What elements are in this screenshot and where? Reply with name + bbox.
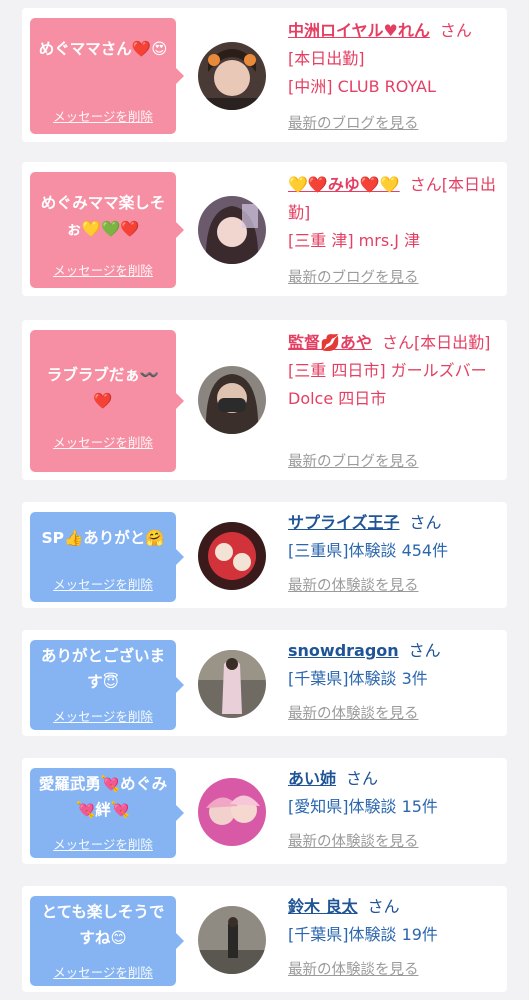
delete-message-link[interactable]: メッセージを削除 (30, 834, 176, 853)
shop-line: [中洲] CLUB ROYAL (288, 77, 436, 96)
message-card: ありがとございます😇 メッセージを削除 snowdragon さん [千葉県]体験… (22, 630, 507, 736)
sender-suffix: さん (367, 897, 400, 916)
sender-suffix: さん[本日出勤] (381, 333, 491, 352)
sender-info: サプライズ王子 さん [三重県]体験談 454件 (288, 509, 500, 565)
avatar[interactable] (198, 366, 266, 434)
message-text: めぐみママ楽しそぉ💛💚❤️ (40, 194, 166, 238)
message-bubble: めぐみママ楽しそぉ💛💚❤️ メッセージを削除 (30, 172, 184, 288)
delete-message-link[interactable]: メッセージを削除 (30, 432, 176, 451)
review-count-line: [千葉県]体験談 3件 (288, 669, 428, 688)
message-card: SP👍ありがと🤗 メッセージを削除 サプライズ王子 さん [三重県]体験談 454… (22, 502, 507, 608)
latest-blog-link[interactable]: 最新のブログを見る (288, 266, 419, 287)
avatar[interactable] (198, 522, 266, 590)
sender-info: 鈴木 良太 さん [千葉県]体験談 19件 (288, 893, 500, 949)
avatar[interactable] (198, 906, 266, 974)
latest-review-link[interactable]: 最新の体験談を見る (288, 574, 419, 595)
delete-message-link[interactable]: メッセージを削除 (30, 260, 176, 279)
avatar[interactable] (198, 196, 266, 264)
message-text: ありがとございます😇 (40, 647, 165, 691)
sender-name[interactable]: snowdragon (288, 641, 399, 660)
sender-name[interactable]: 中洲ロイヤル♥れん (288, 21, 430, 40)
sender-suffix: さん (409, 513, 442, 532)
message-text: SP👍ありがと🤗 (41, 529, 165, 547)
delete-message-link[interactable]: メッセージを削除 (30, 106, 176, 125)
latest-blog-link[interactable]: 最新のブログを見る (288, 112, 419, 133)
sender-suffix: さん (346, 769, 379, 788)
review-count-line: [愛知県]体験談 15件 (288, 797, 438, 816)
latest-review-link[interactable]: 最新の体験談を見る (288, 958, 419, 979)
delete-message-link[interactable]: メッセージを削除 (30, 706, 176, 725)
message-bubble: SP👍ありがと🤗 メッセージを削除 (30, 512, 184, 602)
message-card: 愛羅武勇💘めぐみ💘絆💘 メッセージを削除 あい姉 さん [愛知県]体験談 15件 … (22, 758, 507, 864)
delete-message-link[interactable]: メッセージを削除 (30, 962, 176, 981)
message-text: とても楽しそうですね😊 (41, 903, 165, 947)
review-count-line: [千葉県]体験談 19件 (288, 925, 438, 944)
message-text: めぐママさん❤️😍 (38, 40, 168, 58)
sender-info: 💛❤️みゆ❤️💛 さん[本日出勤] [三重 津] mrs.J 津 (288, 171, 500, 255)
sender-info: 中洲ロイヤル♥れん さん [本日出勤] [中洲] CLUB ROYAL (288, 17, 500, 101)
shop-line: [三重 津] mrs.J 津 (288, 231, 421, 250)
message-bubble: めぐママさん❤️😍 メッセージを削除 (30, 18, 184, 134)
message-text: ラブラブだぁ〰️❤️ (46, 366, 160, 410)
sender-suffix: さん (439, 21, 472, 40)
sender-suffix: さん (408, 641, 441, 660)
latest-review-link[interactable]: 最新の体験談を見る (288, 830, 419, 851)
message-text: 愛羅武勇💘めぐみ💘絆💘 (38, 775, 168, 819)
latest-blog-link[interactable]: 最新のブログを見る (288, 450, 419, 471)
message-bubble: ラブラブだぁ〰️❤️ メッセージを削除 (30, 330, 184, 472)
message-card: とても楽しそうですね😊 メッセージを削除 鈴木 良太 さん [千葉県]体験談 19… (22, 886, 507, 992)
message-card: ラブラブだぁ〰️❤️ メッセージを削除 監督💋あや さん[本日出勤] [三重 四日… (22, 320, 507, 480)
message-bubble: 愛羅武勇💘めぐみ💘絆💘 メッセージを削除 (30, 768, 184, 858)
message-bubble: とても楽しそうですね😊 メッセージを削除 (30, 896, 184, 986)
shop-line: [三重 四日市] ガールズバー Dolce 四日市 (288, 361, 487, 408)
status-line: [本日出勤] (288, 49, 365, 68)
avatar[interactable] (198, 650, 266, 718)
sender-info: あい姉 さん [愛知県]体験談 15件 (288, 765, 500, 821)
message-card: めぐママさん❤️😍 メッセージを削除 中洲ロイヤル♥れん さん [本日出勤] [中… (22, 8, 507, 142)
sender-info: snowdragon さん [千葉県]体験談 3件 (288, 637, 500, 693)
sender-info: 監督💋あや さん[本日出勤] [三重 四日市] ガールズバー Dolce 四日市 (288, 329, 500, 413)
message-bubble: ありがとございます😇 メッセージを削除 (30, 640, 184, 730)
message-card: めぐみママ楽しそぉ💛💚❤️ メッセージを削除 💛❤️みゆ❤️💛 さん[本日出勤] … (22, 162, 507, 296)
delete-message-link[interactable]: メッセージを削除 (30, 574, 176, 593)
latest-review-link[interactable]: 最新の体験談を見る (288, 702, 419, 723)
avatar[interactable] (198, 42, 266, 110)
avatar[interactable] (198, 778, 266, 846)
sender-name[interactable]: あい姉 (288, 769, 336, 788)
review-count-line: [三重県]体験談 454件 (288, 541, 449, 560)
sender-name[interactable]: 鈴木 良太 (288, 897, 358, 916)
sender-name[interactable]: 監督💋あや (288, 333, 372, 352)
sender-name[interactable]: 💛❤️みゆ❤️💛 (288, 175, 400, 194)
sender-name[interactable]: サプライズ王子 (288, 513, 400, 532)
